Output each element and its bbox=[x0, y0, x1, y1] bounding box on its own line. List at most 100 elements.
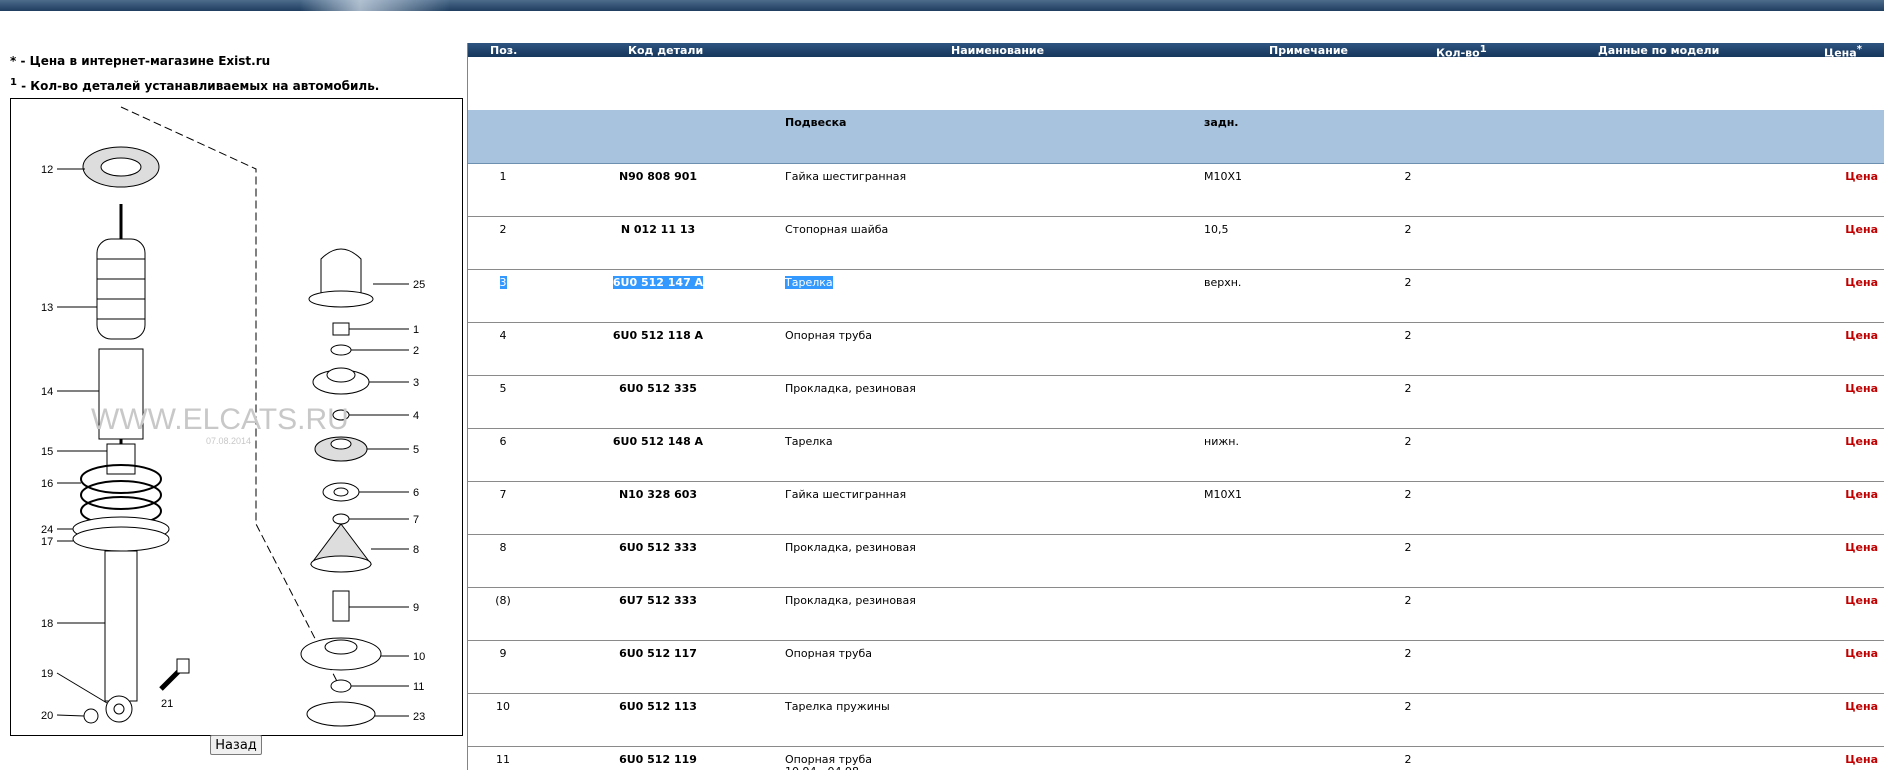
table-row[interactable]: (8) 6U7 512 333 Прокладка, резиновая 2 Цена bbox=[468, 588, 1884, 641]
price-link[interactable]: Цена bbox=[1808, 276, 1878, 289]
row-code[interactable]: 6U0 512 117 bbox=[578, 647, 738, 660]
row-code[interactable]: 6U0 512 148 A bbox=[578, 435, 738, 448]
row-pos: 3 bbox=[468, 276, 538, 289]
table-row[interactable]: 1 N90 808 901 Гайка шестигранная M10X1 2 Цена bbox=[468, 164, 1884, 217]
header-spacer bbox=[468, 57, 1884, 110]
price-link[interactable]: Цена bbox=[1808, 647, 1878, 660]
table-row[interactable]: 6 6U0 512 148 A Тарелка нижн. 2 Цена bbox=[468, 429, 1884, 482]
callout-7: 7 bbox=[413, 514, 419, 526]
row-pos: (8) bbox=[495, 594, 511, 607]
row-qty: 2 bbox=[1404, 170, 1412, 183]
table-row[interactable]: 116U0 512 119Опорная труба2Цена10.94 - 0… bbox=[468, 747, 1884, 770]
row-name: Гайка шестигранная bbox=[785, 170, 907, 183]
row-note: 10,5 bbox=[1204, 223, 1229, 236]
row-name: Прокладка, резиновая bbox=[785, 541, 916, 554]
row-name-selected: Тарелка bbox=[785, 276, 833, 289]
callout-16: 16 bbox=[41, 478, 53, 490]
row-pos: 6 bbox=[499, 435, 507, 448]
table-row[interactable]: 10 6U0 512 113 Тарелка пружины 2 Цена bbox=[468, 694, 1884, 747]
parts-diagram[interactable]: 12 13 14 15 16 24 17 18 19 20 21 25 1 2 … bbox=[10, 98, 463, 736]
row-code[interactable]: 6U0 512 118 A bbox=[578, 329, 738, 342]
price-link[interactable]: Цена bbox=[1808, 488, 1878, 501]
row-code[interactable]: 6U0 512 335 bbox=[578, 382, 738, 395]
row-qty: 2 bbox=[1404, 753, 1412, 766]
back-button[interactable]: Назад bbox=[210, 735, 262, 755]
row-code-selected: 6U0 512 147 A bbox=[612, 276, 704, 289]
callout-3: 3 bbox=[413, 377, 419, 389]
row-code[interactable]: 6U0 512 113 bbox=[578, 700, 738, 713]
callout-15: 15 bbox=[41, 446, 53, 458]
price-link[interactable]: Цена bbox=[1808, 329, 1878, 342]
row-qty: 2 bbox=[1404, 329, 1412, 342]
table-row[interactable]: 2 N 012 11 13 Стопорная шайба 10,5 2 Цена bbox=[468, 217, 1884, 270]
callout-24: 24 bbox=[41, 524, 53, 536]
row-pos: 11 bbox=[496, 753, 510, 766]
price-link[interactable]: Цена bbox=[1808, 223, 1878, 236]
callout-12: 12 bbox=[41, 164, 53, 176]
price-link[interactable]: Цена bbox=[1808, 700, 1878, 713]
group-row: Подвеска задн. bbox=[468, 110, 1884, 164]
row-note: M10X1 bbox=[1204, 488, 1243, 501]
row-qty: 2 bbox=[1404, 541, 1412, 554]
row-qty: 2 bbox=[1404, 382, 1412, 395]
table-body: 1 N90 808 901 Гайка шестигранная M10X1 2 Цена… bbox=[468, 164, 1884, 770]
callout-4: 4 bbox=[413, 410, 419, 422]
price-link[interactable]: Цена bbox=[1808, 753, 1878, 766]
price-link[interactable]: Цена bbox=[1808, 382, 1878, 395]
top-banner bbox=[0, 0, 1884, 11]
banner-logo bbox=[300, 0, 450, 11]
row-code[interactable]: 6U0 512 333 bbox=[578, 541, 738, 554]
row-qty: 2 bbox=[1404, 594, 1412, 607]
row-code[interactable]: 6U0 512 119 bbox=[578, 753, 738, 766]
row-note: нижн. bbox=[1204, 435, 1239, 448]
header-price-label: Цена bbox=[1824, 46, 1857, 60]
table-row[interactable]: 3 6U0 512 147 A Тарелка верхн. 2 Цена bbox=[468, 270, 1884, 323]
callout-8: 8 bbox=[413, 544, 419, 556]
header-pos: Поз. bbox=[490, 44, 518, 57]
table-row[interactable]: 7 N10 328 603 Гайка шестигранная M10X1 2 Цена bbox=[468, 482, 1884, 535]
callout-25: 25 bbox=[413, 279, 425, 291]
row-code[interactable]: 6U7 512 333 bbox=[578, 594, 738, 607]
row-name: Тарелка bbox=[785, 276, 833, 289]
legend-notes: * - Цена в интернет-магазине Exist.ru 1 … bbox=[10, 50, 379, 97]
callout-23: 23 bbox=[413, 711, 425, 723]
qty-note-mark: 1 bbox=[10, 77, 17, 88]
row-pos: 7 bbox=[499, 488, 507, 501]
row-name: Гайка шестигранная bbox=[785, 488, 907, 501]
row-note: M10X1 bbox=[1204, 170, 1243, 183]
callout-11: 11 bbox=[413, 681, 424, 693]
table-row[interactable]: 4 6U0 512 118 A Опорная труба 2 Цена bbox=[468, 323, 1884, 376]
header-price: Цена* bbox=[1824, 44, 1862, 60]
callout-9: 9 bbox=[413, 602, 419, 614]
header-qty-label: Кол-во bbox=[1436, 46, 1480, 60]
table-row[interactable]: 9 6U0 512 117 Опорная труба 2 Цена bbox=[468, 641, 1884, 694]
row-pos: 8 bbox=[499, 541, 507, 554]
header-qty: Кол-во1 bbox=[1436, 44, 1487, 60]
row-name: Прокладка, резиновая bbox=[785, 382, 916, 395]
callout-2: 2 bbox=[413, 345, 419, 357]
row-code[interactable]: N10 328 603 bbox=[578, 488, 738, 501]
table-row[interactable]: 8 6U0 512 333 Прокладка, резиновая 2 Цена bbox=[468, 535, 1884, 588]
callout-18: 18 bbox=[41, 618, 53, 630]
row-code[interactable]: N90 808 901 bbox=[578, 170, 738, 183]
group-name: Подвеска bbox=[785, 116, 847, 129]
row-code[interactable]: N 012 11 13 bbox=[578, 223, 738, 236]
row-pos: 4 bbox=[499, 329, 507, 342]
price-link[interactable]: Цена bbox=[1808, 541, 1878, 554]
callout-14: 14 bbox=[41, 386, 53, 398]
row-name: Прокладка, резиновая bbox=[785, 594, 916, 607]
group-note: задн. bbox=[1204, 116, 1239, 129]
price-link[interactable]: Цена bbox=[1808, 435, 1878, 448]
row-qty: 2 bbox=[1404, 435, 1412, 448]
callout-1: 1 bbox=[413, 324, 419, 336]
row-pos-selected: 3 bbox=[499, 276, 507, 289]
callout-5: 5 bbox=[413, 444, 419, 456]
row-name: Стопорная шайба bbox=[785, 223, 889, 236]
price-link[interactable]: Цена bbox=[1808, 594, 1878, 607]
price-link[interactable]: Цена bbox=[1808, 170, 1878, 183]
table-row[interactable]: 5 6U0 512 335 Прокладка, резиновая 2 Цена bbox=[468, 376, 1884, 429]
row-code[interactable]: 6U0 512 147 A bbox=[578, 276, 738, 289]
callout-19: 19 bbox=[41, 668, 53, 680]
row-name: Опорная труба bbox=[785, 647, 873, 660]
header-model: Данные по модели bbox=[1598, 44, 1720, 57]
